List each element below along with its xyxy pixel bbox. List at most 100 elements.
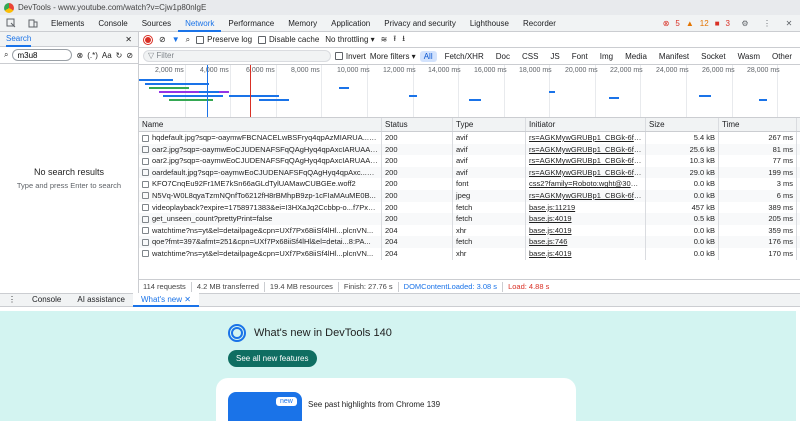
resource-type-icon <box>142 134 149 142</box>
filter-chip-js[interactable]: JS <box>546 51 563 62</box>
clear-search-icon[interactable]: ⊗ <box>76 51 83 60</box>
timeline-request-bar <box>339 87 349 89</box>
table-row[interactable]: hqdefault.jpg?sqp=-oaymwFBCNACELwBSFryq4… <box>139 132 800 144</box>
tab-application[interactable]: Application <box>324 15 377 32</box>
inspect-element-icon[interactable] <box>0 15 22 32</box>
filter-chip-wasm[interactable]: Wasm <box>734 51 764 62</box>
drawer-tab-console[interactable]: Console <box>24 293 69 307</box>
tab-console[interactable]: Console <box>91 15 134 32</box>
preserve-log-checkbox[interactable]: Preserve log <box>196 35 252 44</box>
export-har-icon[interactable]: ⭳ <box>402 33 405 47</box>
new-badge: new <box>276 397 297 406</box>
settings-gear-icon[interactable]: ⚙ <box>734 15 756 32</box>
cell-initiator[interactable]: rs=AGKMywGRUBp1_CBGk-6fSyour <box>526 155 646 167</box>
regex-toggle[interactable]: (.*) <box>87 51 98 60</box>
more-filters-dropdown[interactable]: More filters ▾ <box>370 52 416 61</box>
see-all-features-button[interactable]: See all new features <box>228 350 317 367</box>
filter-chip-fetch-xhr[interactable]: Fetch/XHR <box>441 51 488 62</box>
filter-chip-media[interactable]: Media <box>621 51 651 62</box>
resources-size: 19.4 MB resources <box>269 282 333 291</box>
match-case-toggle[interactable]: Aa <box>102 51 112 60</box>
cell-status: 200 <box>382 143 453 156</box>
refresh-search-icon[interactable]: ↻ <box>116 51 123 60</box>
record-button-icon[interactable] <box>143 34 153 45</box>
table-row[interactable]: videoplayback?expire=1758971383&ei=I3HXa… <box>139 201 800 214</box>
col-name[interactable]: Name <box>139 118 382 131</box>
filter-chip-doc[interactable]: Doc <box>492 51 514 62</box>
cell-text: oar2.jpg?sqp=-oaymwEoCJUDENAFSFqQAgHyq4q… <box>152 156 382 166</box>
drawer-menu-icon[interactable]: ⋮ <box>0 293 24 307</box>
more-options-icon[interactable]: ⋮ <box>756 15 778 32</box>
cell-initiator[interactable]: base.js:4019 <box>526 224 646 237</box>
cell-initiator[interactable]: rs=AGKMywGRUBp1_CBGk-6fSyour <box>526 189 646 202</box>
cell-initiator[interactable]: base.js:746 <box>526 236 646 248</box>
col-size[interactable]: Size <box>646 118 719 131</box>
cell-initiator[interactable]: rs=AGKMywGRUBp1_CBGk-6fSyour <box>526 143 646 156</box>
tab-lighthouse[interactable]: Lighthouse <box>463 15 516 32</box>
tab-memory[interactable]: Memory <box>281 15 324 32</box>
import-har-icon[interactable]: ⭱ <box>393 33 396 47</box>
table-row[interactable]: oardefault.jpg?sqp=-oaymwEoCJUDENAFSFqQA… <box>139 166 800 179</box>
issue-badges[interactable]: ⊗ 5 ▲ 12 ■ 3 <box>663 19 734 28</box>
drawer-tab-ai-assistance[interactable]: AI assistance <box>69 293 133 307</box>
filter-funnel-icon[interactable]: ▼ <box>172 35 180 44</box>
cell-text: 200 <box>385 179 398 189</box>
cell-initiator[interactable]: css2?family=Roboto:wght@300;400 <box>526 178 646 190</box>
timeline-tick-label: 4,000 ms <box>200 67 229 74</box>
table-row[interactable]: KFO7CnqEu92Fr1ME7kSn66aGLdTylUAMawCUBGEe… <box>139 178 800 190</box>
cell-text: 0.0 kB <box>693 225 715 235</box>
tab-sources[interactable]: Sources <box>135 15 178 32</box>
cell-initiator[interactable]: base.js:4019 <box>526 247 646 260</box>
col-initiator[interactable]: Initiator <box>526 118 646 131</box>
search-input[interactable] <box>12 49 73 61</box>
filter-chip-css[interactable]: CSS <box>518 51 542 62</box>
table-row[interactable]: oar2.jpg?sqp=-oaymwEoCJUDENAFSFqQAgHyq4q… <box>139 143 800 156</box>
search-empty-hint: Type and press Enter to search <box>16 181 122 190</box>
filter-chip-img[interactable]: Img <box>596 51 617 62</box>
cell-initiator[interactable]: base.js:4019 <box>526 213 646 225</box>
filter-chip-font[interactable]: Font <box>568 51 592 62</box>
tab-recorder[interactable]: Recorder <box>516 15 563 32</box>
drawer-tab-whats-new[interactable]: What's new ✕ <box>132 293 200 307</box>
cell-text: 199 ms <box>768 167 793 177</box>
filter-chip-other[interactable]: Other <box>768 51 796 62</box>
col-status[interactable]: Status <box>382 118 453 131</box>
col-time[interactable]: Time <box>719 118 797 131</box>
past-highlights-link[interactable]: See past highlights from Chrome 139 <box>308 400 440 409</box>
cell-size: 0.0 kB <box>646 247 719 260</box>
tab-network[interactable]: Network <box>178 15 222 32</box>
cell-initiator[interactable]: base.js:11219 <box>526 201 646 214</box>
past-highlights-card[interactable]: new See past highlights from Chrome 139 <box>216 378 576 421</box>
clear-results-icon[interactable]: ⊘ <box>126 51 133 60</box>
cell-initiator[interactable]: rs=AGKMywGRUBp1_CBGk-6fSyour <box>526 166 646 179</box>
filter-chip-manifest[interactable]: Manifest <box>655 51 693 62</box>
clear-log-icon[interactable]: ⊘ <box>159 35 166 44</box>
device-toolbar-icon[interactable] <box>22 15 44 32</box>
cell-initiator[interactable]: rs=AGKMywGRUBp1_CBGk-6fSyour <box>526 132 646 144</box>
disable-cache-checkbox[interactable]: Disable cache <box>258 35 319 44</box>
table-row[interactable]: watchtime?ns=yt&el=detailpage&cpn=UXf7Px… <box>139 247 800 260</box>
network-timeline-overview[interactable]: 2,000 ms 4,000 ms 6,000 ms 8,000 ms 10,000 m… <box>139 65 800 118</box>
throttling-select[interactable]: No throttling ▾ <box>325 35 374 44</box>
tab-elements[interactable]: Elements <box>44 15 91 32</box>
filter-chip-socket[interactable]: Socket <box>697 51 729 62</box>
tab-performance[interactable]: Performance <box>221 15 281 32</box>
tab-privacy-security[interactable]: Privacy and security <box>377 15 463 32</box>
cell-status: 200 <box>382 155 453 167</box>
cell-status: 204 <box>382 224 453 237</box>
cell-text: 10.3 kB <box>689 156 715 166</box>
close-devtools-icon[interactable]: ✕ <box>778 15 800 32</box>
col-type[interactable]: Type <box>453 118 526 131</box>
table-row[interactable]: qoe?fmt=397&afmt=251&cpn=UXf7Px68iiSf4lH… <box>139 236 800 248</box>
table-row[interactable]: get_unseen_count?prettyPrint=false 200 fet… <box>139 213 800 225</box>
search-network-icon[interactable]: ⌕ <box>186 35 190 45</box>
network-conditions-icon[interactable]: ≋ <box>381 35 388 44</box>
search-pane-header: Search ✕ <box>0 32 138 47</box>
filter-input[interactable]: ▽ Filter <box>143 50 331 62</box>
table-row[interactable]: oar2.jpg?sqp=-oaymwEoCJUDENAFSFqQAgHyq4q… <box>139 155 800 167</box>
invert-checkbox[interactable]: Invert <box>334 52 366 61</box>
close-search-icon[interactable]: ✕ <box>125 35 132 44</box>
table-row[interactable]: watchtime?ns=yt&el=detailpage&cpn=UXf7Px… <box>139 224 800 237</box>
table-row[interactable]: N5Vq-W0L8qyaTzmNQnfTo6212fH8rBMhpB9zp-1c… <box>139 189 800 202</box>
filter-chip-all[interactable]: All <box>419 50 437 62</box>
